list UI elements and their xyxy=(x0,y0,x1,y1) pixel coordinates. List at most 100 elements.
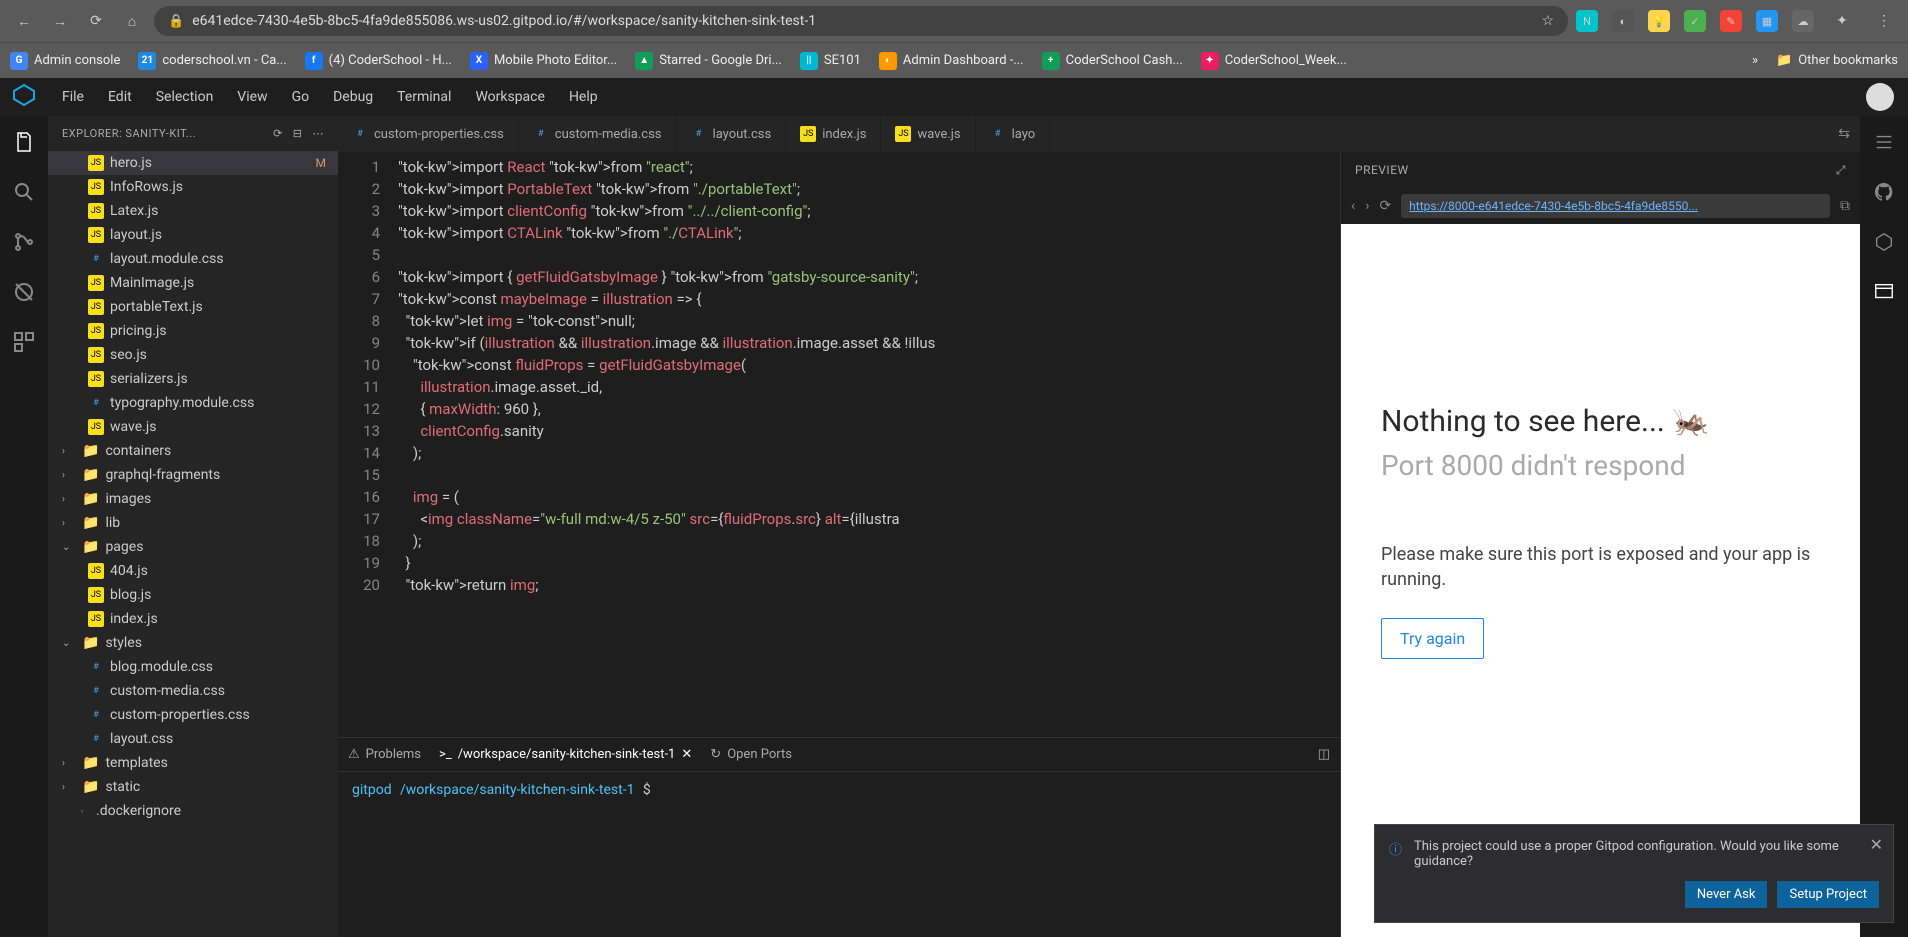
toast-close-button[interactable]: ✕ xyxy=(1870,835,1883,854)
bookmark-item[interactable]: f(4) CoderSchool - H... xyxy=(305,52,452,70)
bookmark-item[interactable]: ||SE101 xyxy=(800,52,861,70)
scm-view-icon[interactable] xyxy=(10,228,38,256)
folder-item[interactable]: ⌄📁styles xyxy=(48,631,338,655)
file-item[interactable]: JSportableText.js xyxy=(48,295,338,319)
file-item[interactable]: JSblog.js xyxy=(48,583,338,607)
file-item[interactable]: JSserializers.js xyxy=(48,367,338,391)
preview-open-icon[interactable]: ⤢ xyxy=(1836,163,1846,178)
user-avatar[interactable] xyxy=(1866,83,1894,111)
extensions-button[interactable]: ✦ xyxy=(1828,7,1856,35)
ext-icon[interactable]: ✎ xyxy=(1720,10,1742,32)
ext-icon[interactable]: ▦ xyxy=(1756,10,1778,32)
file-item[interactable]: #typography.module.css xyxy=(48,391,338,415)
folder-item[interactable]: ›📁graphql-fragments xyxy=(48,463,338,487)
bookmark-item[interactable]: XMobile Photo Editor... xyxy=(470,52,617,70)
bookmark-item[interactable]: ✦CoderSchool_Week... xyxy=(1201,52,1347,70)
nav-forward-button[interactable]: → xyxy=(46,7,74,35)
file-item[interactable]: #custom-properties.css xyxy=(48,703,338,727)
bookmark-item[interactable]: 21coderschool.vn - Ca... xyxy=(138,52,286,70)
editor-tab[interactable]: JSwave.js xyxy=(881,116,975,152)
hexagon-icon[interactable] xyxy=(1870,228,1898,256)
collapse-icon[interactable]: ⊟ xyxy=(293,127,303,140)
more-icon[interactable]: ⋯ xyxy=(313,127,325,140)
star-icon[interactable]: ☆ xyxy=(1541,13,1554,29)
folder-item[interactable]: ›📁images xyxy=(48,487,338,511)
code-content[interactable]: "tok-kw">import React "tok-kw">from "rea… xyxy=(398,152,1340,737)
browser-menu-button[interactable]: ⋮ xyxy=(1870,7,1898,35)
menu-terminal[interactable]: Terminal xyxy=(387,85,461,109)
explorer-view-icon[interactable] xyxy=(10,128,38,156)
ext-icon[interactable]: N xyxy=(1576,10,1598,32)
file-item[interactable]: #custom-media.css xyxy=(48,679,338,703)
ext-icon[interactable]: ☁ xyxy=(1792,10,1814,32)
file-item[interactable]: #layout.css xyxy=(48,727,338,751)
panel-tab[interactable]: ↻ Open Ports xyxy=(710,747,792,762)
code-editor[interactable]: 1234567891011121314151617181920 "tok-kw"… xyxy=(338,152,1340,737)
menu-view[interactable]: View xyxy=(227,85,277,109)
file-item[interactable]: JSindex.js xyxy=(48,607,338,631)
extensions-view-icon[interactable] xyxy=(10,328,38,356)
file-item[interactable]: JSlayout.js xyxy=(48,223,338,247)
nav-back-button[interactable]: ← xyxy=(10,7,38,35)
menu-edit[interactable]: Edit xyxy=(98,85,142,109)
close-icon[interactable]: ✕ xyxy=(681,747,692,762)
file-item[interactable]: #blog.module.css xyxy=(48,655,338,679)
editor-tab[interactable]: #layout.css xyxy=(677,116,787,152)
outline-icon[interactable] xyxy=(1870,128,1898,156)
ext-icon[interactable]: 💡 xyxy=(1648,10,1670,32)
folder-item[interactable]: ›📁templates xyxy=(48,751,338,775)
file-item[interactable]: #layout.module.css xyxy=(48,247,338,271)
github-icon[interactable] xyxy=(1870,178,1898,206)
folder-item[interactable]: ›📁lib xyxy=(48,511,338,535)
file-item[interactable]: JSMainImage.js xyxy=(48,271,338,295)
editor-tab[interactable]: #custom-media.css xyxy=(519,116,677,152)
ext-icon[interactable]: ◐ xyxy=(1612,10,1634,32)
url-bar[interactable]: 🔒 e641edce-7430-4e5b-8bc5-4fa9de855086.w… xyxy=(154,6,1568,36)
folder-item[interactable]: ⌄📁pages xyxy=(48,535,338,559)
file-item[interactable]: JSLatex.js xyxy=(48,199,338,223)
panel-tab[interactable]: >_ /workspace/sanity-kitchen-sink-test-1… xyxy=(439,747,692,762)
bookmark-item[interactable]: +CoderSchool Cash... xyxy=(1042,52,1183,70)
bookmark-item[interactable]: ◐Admin Dashboard -... xyxy=(879,52,1024,70)
preview-view-icon[interactable] xyxy=(1870,278,1898,306)
editor-tab[interactable]: #layo xyxy=(976,116,1051,152)
folder-item[interactable]: ›📁static xyxy=(48,775,338,799)
file-item[interactable]: JSInfoRows.js xyxy=(48,175,338,199)
terminal[interactable]: gitpod /workspace/sanity-kitchen-sink-te… xyxy=(338,772,1340,937)
menu-go[interactable]: Go xyxy=(282,85,320,109)
preview-popout-icon[interactable]: ⧉ xyxy=(1840,198,1850,214)
file-item[interactable]: ◦.dockerignore xyxy=(48,799,338,823)
bookmark-item[interactable]: GAdmin console xyxy=(10,52,120,70)
preview-reload-icon[interactable]: ⟳ xyxy=(1379,198,1391,214)
menu-file[interactable]: File xyxy=(52,85,94,109)
debug-view-icon[interactable] xyxy=(10,278,38,306)
compare-icon[interactable]: ⇆ xyxy=(1828,126,1860,142)
file-item[interactable]: JShero.jsM xyxy=(48,151,338,175)
editor-tab[interactable]: #custom-properties.css xyxy=(338,116,519,152)
file-item[interactable]: JS404.js xyxy=(48,559,338,583)
search-view-icon[interactable] xyxy=(10,178,38,206)
preview-url-bar[interactable]: https://8000-e641edce-7430-4e5b-8bc5-4fa… xyxy=(1401,194,1830,218)
nav-home-button[interactable]: ⌂ xyxy=(118,7,146,35)
bookmark-item[interactable]: ▲Starred - Google Dri... xyxy=(635,52,782,70)
preview-forward-icon[interactable]: › xyxy=(1365,198,1369,214)
panel-layout-icon[interactable]: ◫ xyxy=(1318,747,1330,762)
file-item[interactable]: JSwave.js xyxy=(48,415,338,439)
menu-selection[interactable]: Selection xyxy=(146,85,224,109)
file-item[interactable]: JSseo.js xyxy=(48,343,338,367)
other-bookmarks-button[interactable]: 📁 Other bookmarks xyxy=(1776,53,1898,68)
file-item[interactable]: JSpricing.js xyxy=(48,319,338,343)
nav-reload-button[interactable]: ⟳ xyxy=(82,7,110,35)
folder-item[interactable]: ›📁containers xyxy=(48,439,338,463)
try-again-button[interactable]: Try again xyxy=(1381,618,1484,659)
menu-help[interactable]: Help xyxy=(559,85,608,109)
refresh-icon[interactable]: ⟳ xyxy=(273,127,283,140)
ext-icon[interactable]: ✓ xyxy=(1684,10,1706,32)
preview-back-icon[interactable]: ‹ xyxy=(1351,198,1355,214)
menu-workspace[interactable]: Workspace xyxy=(465,85,555,109)
bookmark-overflow[interactable]: » xyxy=(1752,53,1758,68)
never-ask-button[interactable]: Never Ask xyxy=(1685,881,1768,908)
setup-project-button[interactable]: Setup Project xyxy=(1777,881,1879,908)
file-tree[interactable]: JShero.jsMJSInfoRows.jsJSLatex.jsJSlayou… xyxy=(48,151,338,937)
menu-debug[interactable]: Debug xyxy=(323,85,383,109)
